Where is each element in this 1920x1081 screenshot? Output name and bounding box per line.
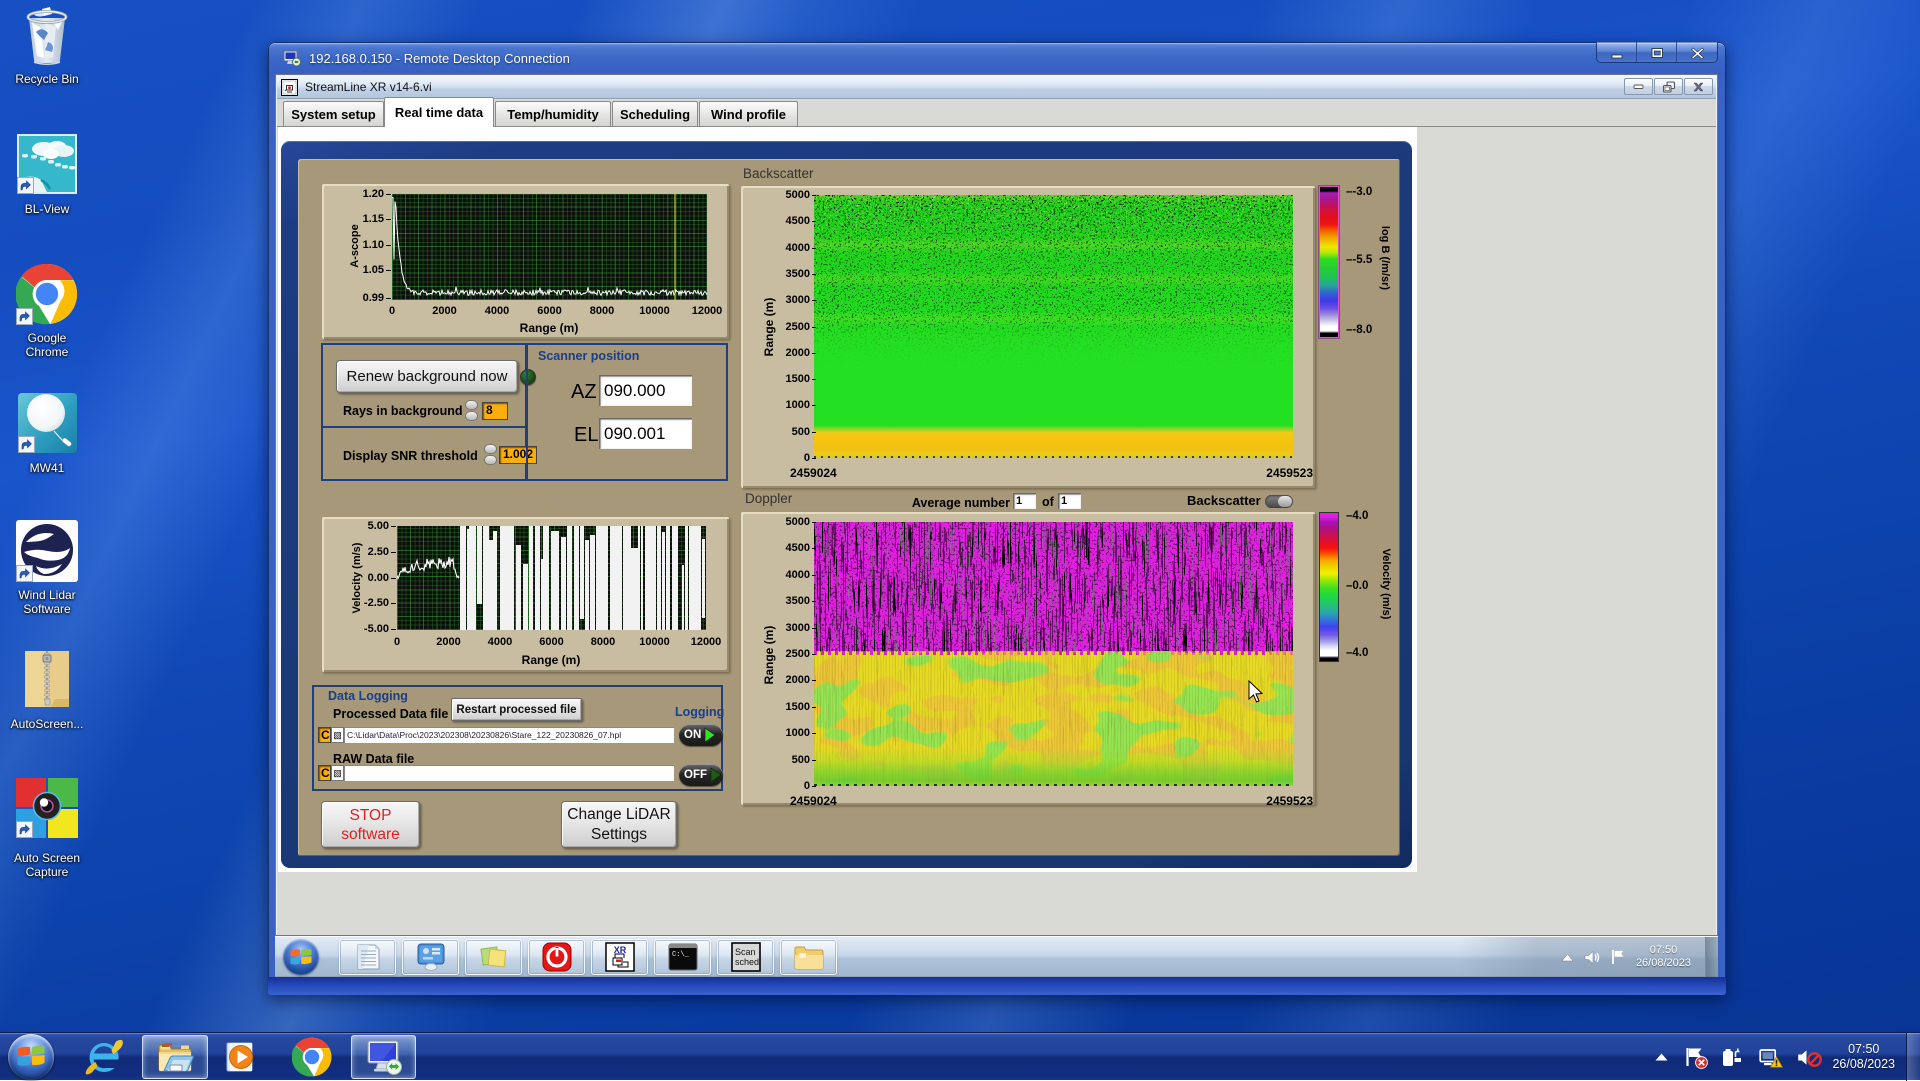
svg-text:sched: sched (735, 957, 759, 967)
svg-text:Scan: Scan (735, 947, 756, 957)
svg-text:C:\_: C:\_ (672, 951, 690, 959)
